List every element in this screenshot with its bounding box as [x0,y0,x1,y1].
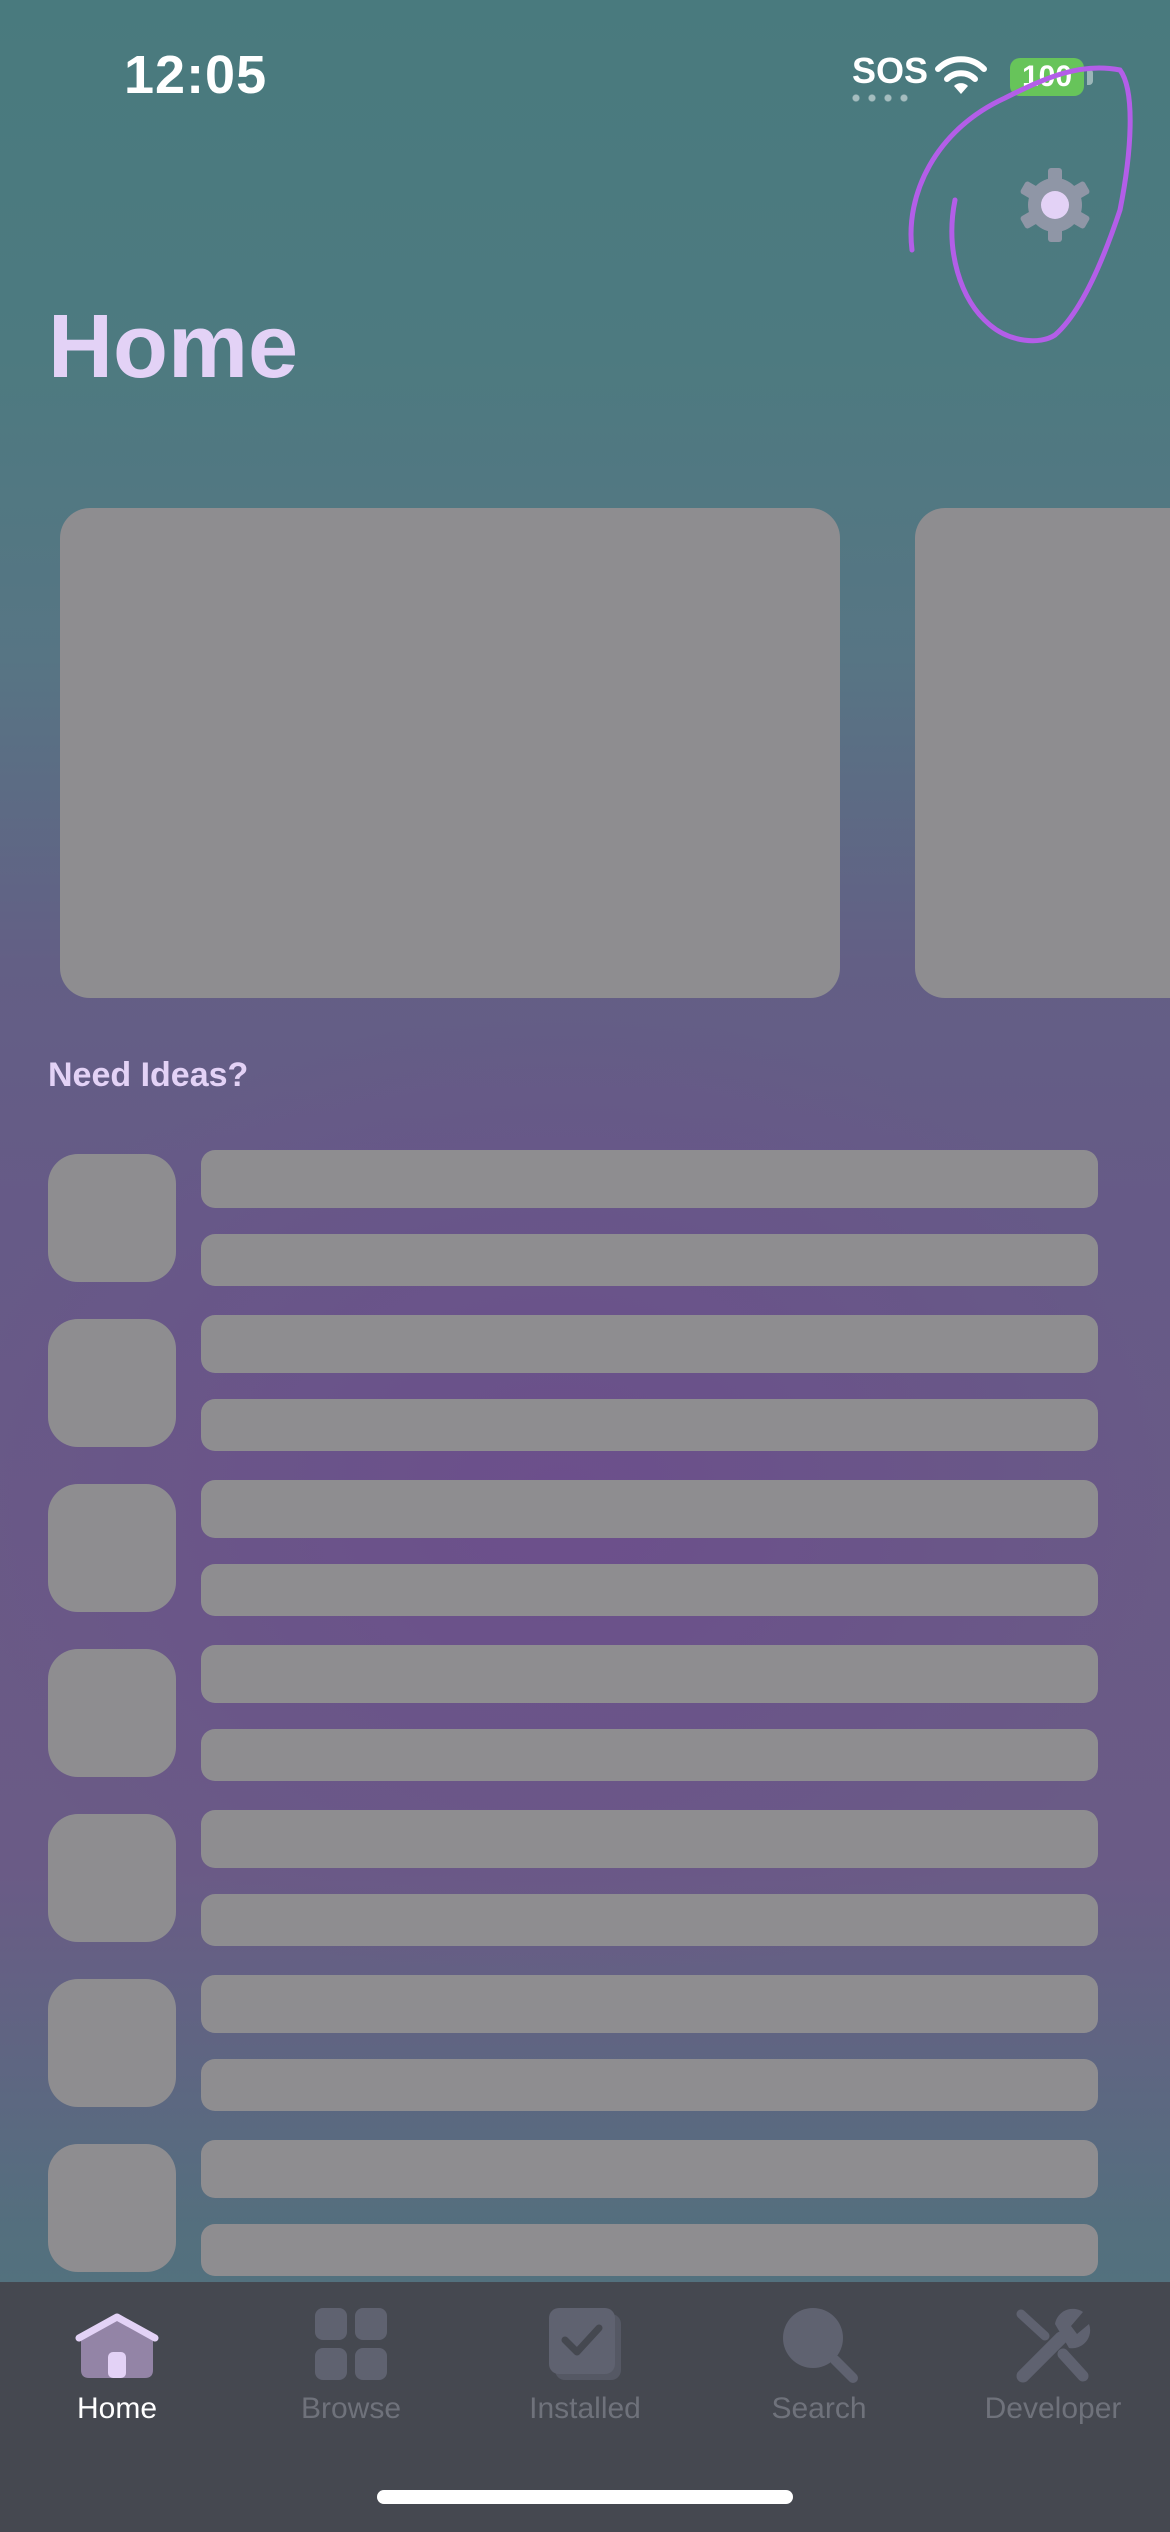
gear-icon [1020,168,1090,242]
list-item-subtitle-placeholder [201,1729,1098,1781]
status-time: 12:05 [124,45,268,105]
grid-icon [315,2308,387,2380]
list-item[interactable] [0,1315,1170,1480]
home-indicator[interactable] [377,2490,793,2504]
list-item-thumbnail-placeholder [48,1154,176,1282]
tab-label: Installed [529,2392,641,2425]
list-item-title-placeholder [201,1480,1098,1538]
status-bar: 12:05 SOS 100 [0,0,1170,150]
list-item[interactable] [0,1480,1170,1645]
list-item-subtitle-placeholder [201,2059,1098,2111]
search-icon [783,2308,858,2383]
section-title-need-ideas: Need Ideas? [48,1056,249,1094]
battery-icon: 100 [1010,58,1084,96]
ideas-list [0,1150,1170,2280]
list-item-subtitle-placeholder [201,1234,1098,1286]
list-item-thumbnail-placeholder [48,1979,176,2107]
tab-label: Browse [300,2392,402,2425]
list-item[interactable] [0,1810,1170,1975]
list-item-title-placeholder [201,1810,1098,1868]
list-item-title-placeholder [201,1315,1098,1373]
battery-tip [1087,69,1093,85]
list-item[interactable] [0,1975,1170,2140]
tab-installed[interactable]: Installed [468,2282,702,2442]
tab-home[interactable]: Home [0,2282,234,2442]
list-item-title-placeholder [201,1975,1098,2033]
list-item-thumbnail-placeholder [48,1649,176,1777]
wifi-icon [935,56,987,94]
tab-label: Search [771,2392,867,2425]
list-item-thumbnail-placeholder [48,1814,176,1942]
settings-button[interactable] [1010,160,1100,250]
list-item-title-placeholder [201,1150,1098,1208]
list-item-title-placeholder [201,2140,1098,2198]
list-item-thumbnail-placeholder [48,1484,176,1612]
list-item-subtitle-placeholder [201,1399,1098,1451]
featured-card-placeholder[interactable] [60,508,840,998]
tab-search[interactable]: Search [702,2282,936,2442]
checkbox-icon [549,2308,621,2380]
list-item-subtitle-placeholder [201,1894,1098,1946]
tab-developer[interactable]: Developer [936,2282,1170,2442]
home-icon [75,2313,159,2378]
list-item-thumbnail-placeholder [48,2144,176,2272]
tab-browse[interactable]: Browse [234,2282,468,2442]
list-item-subtitle-placeholder [201,1564,1098,1616]
sos-indicator: SOS [852,50,929,91]
featured-carousel[interactable] [0,508,1170,998]
list-item[interactable] [0,1645,1170,1810]
list-item[interactable] [0,2140,1170,2280]
wrench-icon [1016,2308,1091,2383]
tab-label: Developer [984,2392,1122,2425]
featured-card-placeholder[interactable] [915,508,1170,998]
list-item-title-placeholder [201,1645,1098,1703]
signal-dots-icon [852,94,914,102]
tab-label: Home [76,2392,158,2425]
list-item-thumbnail-placeholder [48,1319,176,1447]
list-item-subtitle-placeholder [201,2224,1098,2276]
list-item[interactable] [0,1150,1170,1315]
page-title: Home [48,297,299,397]
